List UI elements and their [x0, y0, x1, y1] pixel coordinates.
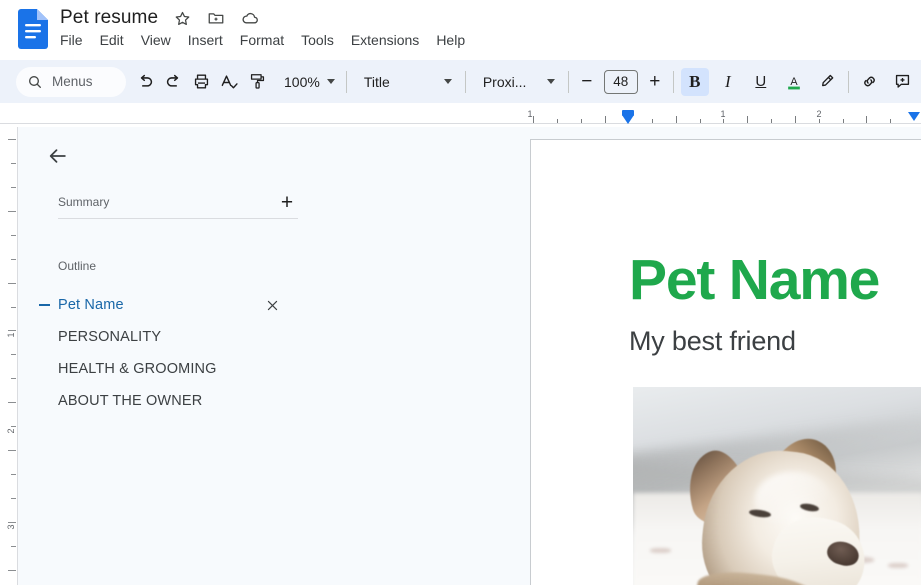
menu-item-file[interactable]: File: [60, 32, 83, 48]
document-heading[interactable]: Pet Name: [629, 252, 880, 309]
bold-button[interactable]: B: [680, 67, 709, 96]
ruler-baseline: [0, 123, 921, 124]
outline-list: Pet Name PERSONALITY HEALTH & GROOMING A…: [18, 289, 318, 417]
italic-button[interactable]: I: [714, 68, 742, 96]
google-docs-window: Pet resume File Edit View Insert Format …: [0, 0, 921, 585]
summary-section-header: Summary +: [58, 189, 298, 215]
bold-label: B: [689, 71, 701, 91]
menu-item-insert[interactable]: Insert: [188, 32, 223, 48]
svg-text:A: A: [790, 75, 798, 87]
ruler-number: 2: [6, 428, 16, 434]
toolbar-divider: [672, 70, 674, 93]
search-icon: [29, 75, 41, 88]
ruler-number: 1: [527, 109, 533, 119]
underline-button[interactable]: U: [747, 68, 775, 96]
horizontal-ruler[interactable]: 1 1 2: [0, 103, 921, 127]
outline-item-about-the-owner[interactable]: ABOUT THE OWNER: [18, 385, 318, 417]
google-docs-logo-icon[interactable]: [18, 9, 48, 49]
menu-item-tools[interactable]: Tools: [301, 32, 334, 48]
redo-button[interactable]: [159, 68, 187, 96]
paragraph-style-dropdown[interactable]: Title: [354, 68, 458, 96]
increase-font-size-button[interactable]: +: [644, 72, 666, 91]
toolbar-divider: [567, 70, 569, 93]
move-to-folder-icon[interactable]: [206, 8, 226, 28]
outline-panel: Summary + Outline Pet Name PERSONALITY H…: [18, 127, 530, 585]
chevron-down-icon: [326, 79, 335, 84]
ruler-number: 2: [816, 109, 822, 119]
undo-button[interactable]: [131, 68, 159, 96]
chevron-down-icon: [443, 79, 452, 84]
star-icon[interactable]: [172, 8, 192, 28]
zoom-level-dropdown[interactable]: 100%: [276, 68, 339, 96]
text-color-button[interactable]: A: [780, 68, 808, 96]
outline-item-label: ABOUT THE OWNER: [58, 393, 203, 409]
remove-from-outline-icon[interactable]: [262, 295, 282, 315]
document-title[interactable]: Pet resume: [60, 7, 158, 29]
summary-divider: [58, 218, 298, 219]
menu-item-help[interactable]: Help: [436, 32, 465, 48]
outline-label: Outline: [58, 259, 97, 273]
dog-photo[interactable]: [633, 387, 921, 585]
document-title-row: Pet resume: [60, 5, 260, 31]
left-indent-marker[interactable]: [622, 110, 634, 126]
paint-format-button[interactable]: [243, 68, 271, 96]
collapse-dash-icon: [39, 304, 50, 306]
outline-item-health-grooming[interactable]: HEALTH & GROOMING: [18, 353, 318, 385]
menu-item-format[interactable]: Format: [240, 32, 284, 48]
ruler-number: 3: [6, 524, 16, 530]
decrease-font-size-button[interactable]: −: [576, 72, 598, 91]
spelling-check-button[interactable]: [215, 68, 243, 96]
outline-item-label: HEALTH & GROOMING: [58, 361, 217, 377]
toolbar-divider: [464, 70, 466, 93]
vertical-ruler[interactable]: 1 2 3: [0, 127, 18, 585]
document-subheading[interactable]: My best friend: [629, 328, 796, 355]
outline-item-pet-name[interactable]: Pet Name: [18, 289, 318, 321]
title-bar: Pet resume File Edit View Insert Format …: [0, 0, 921, 60]
zoom-level-value: 100%: [284, 73, 320, 90]
print-button[interactable]: [187, 68, 215, 96]
document-canvas[interactable]: Pet Name My best friend: [530, 127, 921, 585]
font-size-input[interactable]: 48: [603, 69, 638, 94]
outline-item-label: PERSONALITY: [58, 329, 162, 345]
menu-item-view[interactable]: View: [141, 32, 171, 48]
outline-item-personality[interactable]: PERSONALITY: [18, 321, 318, 353]
menu-item-edit[interactable]: Edit: [100, 32, 124, 48]
add-summary-button[interactable]: +: [276, 191, 298, 213]
back-button[interactable]: [40, 138, 76, 174]
ruler-number: 1: [6, 332, 16, 338]
menu-bar: File Edit View Insert Format Tools Exten…: [60, 32, 465, 48]
chevron-down-icon: [546, 79, 555, 84]
paragraph-style-value: Title: [363, 73, 390, 90]
formatting-toolbar: Menus 100% Title Proxi... − 48 + B I U A: [0, 60, 921, 103]
document-page[interactable]: Pet Name My best friend: [530, 139, 921, 585]
summary-label: Summary: [58, 195, 110, 209]
menu-item-extensions[interactable]: Extensions: [351, 32, 419, 48]
highlight-color-button[interactable]: [813, 68, 841, 96]
toolbar-divider: [345, 70, 347, 93]
right-indent-marker[interactable]: [908, 110, 920, 126]
underline-label: U: [755, 73, 767, 90]
font-family-value: Proxi...: [482, 73, 527, 90]
search-menus-label: Menus: [52, 74, 93, 89]
font-family-dropdown[interactable]: Proxi...: [473, 68, 561, 96]
ruler-number: 1: [720, 109, 726, 119]
outline-item-label: Pet Name: [58, 297, 124, 313]
toolbar-divider: [847, 70, 849, 93]
add-comment-button[interactable]: [889, 68, 917, 96]
insert-link-button[interactable]: [856, 68, 884, 96]
search-menus-input[interactable]: Menus: [16, 66, 126, 97]
cloud-saved-icon[interactable]: [240, 8, 260, 28]
italic-label: I: [724, 71, 731, 91]
font-size-stepper: − 48 +: [576, 69, 666, 94]
